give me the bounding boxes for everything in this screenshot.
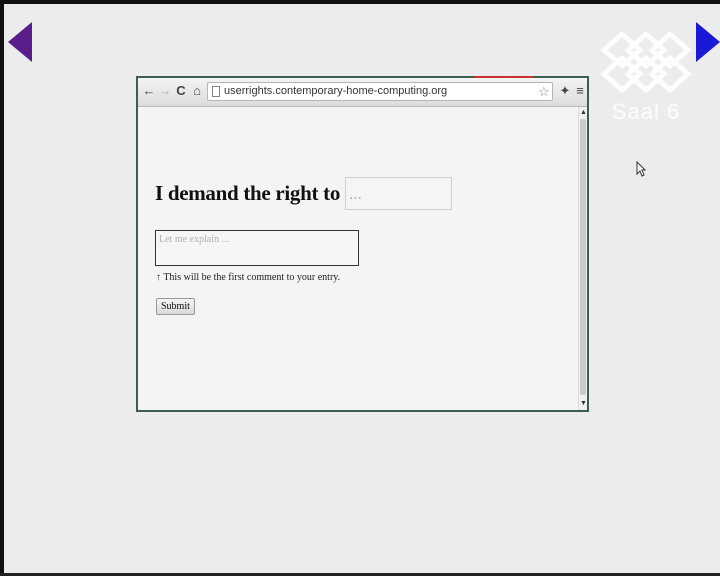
previous-slide-arrow-icon[interactable] [8, 22, 32, 62]
right-input[interactable] [345, 177, 453, 210]
next-slide-arrow-icon[interactable] [696, 22, 720, 62]
page-content: I demand the right to ↑ This will be the… [138, 107, 578, 410]
reload-icon[interactable]: C [174, 83, 188, 99]
scroll-thumb[interactable] [580, 119, 586, 395]
submit-button[interactable]: Submit [156, 298, 195, 315]
mouse-cursor-icon [636, 161, 646, 177]
explanation-textarea[interactable] [155, 230, 359, 266]
screen-border-left [0, 0, 4, 576]
bookmark-star-icon[interactable]: ☆ [538, 84, 550, 100]
browser-toolbar: ← → C ⌂ userrights.contemporary-home-com… [138, 78, 587, 107]
page-icon [212, 86, 220, 97]
screen-border-top [0, 0, 720, 4]
comment-hint: ↑ This will be the first comment to your… [156, 272, 341, 283]
logo-text: Saal 6 [611, 99, 681, 124]
page-heading: I demand the right to [155, 181, 341, 205]
extension-icon[interactable]: ✦ [558, 83, 572, 99]
demand-row: I demand the right to [155, 177, 453, 210]
url-text: userrights.contemporary-home-computing.o… [224, 85, 448, 97]
scroll-up-arrow-icon[interactable]: ▲ [580, 109, 587, 117]
back-arrow-icon[interactable]: ← [142, 83, 156, 99]
menu-icon[interactable]: ≡ [573, 83, 587, 99]
home-icon[interactable]: ⌂ [190, 83, 204, 99]
scroll-down-arrow-icon[interactable]: ▼ [580, 400, 587, 408]
address-bar[interactable]: userrights.contemporary-home-computing.o… [207, 82, 553, 101]
forward-arrow-icon[interactable]: → [158, 83, 172, 99]
browser-window: ← → C ⌂ userrights.contemporary-home-com… [136, 76, 589, 412]
vertical-scrollbar[interactable]: ▲ ▼ [578, 107, 587, 410]
